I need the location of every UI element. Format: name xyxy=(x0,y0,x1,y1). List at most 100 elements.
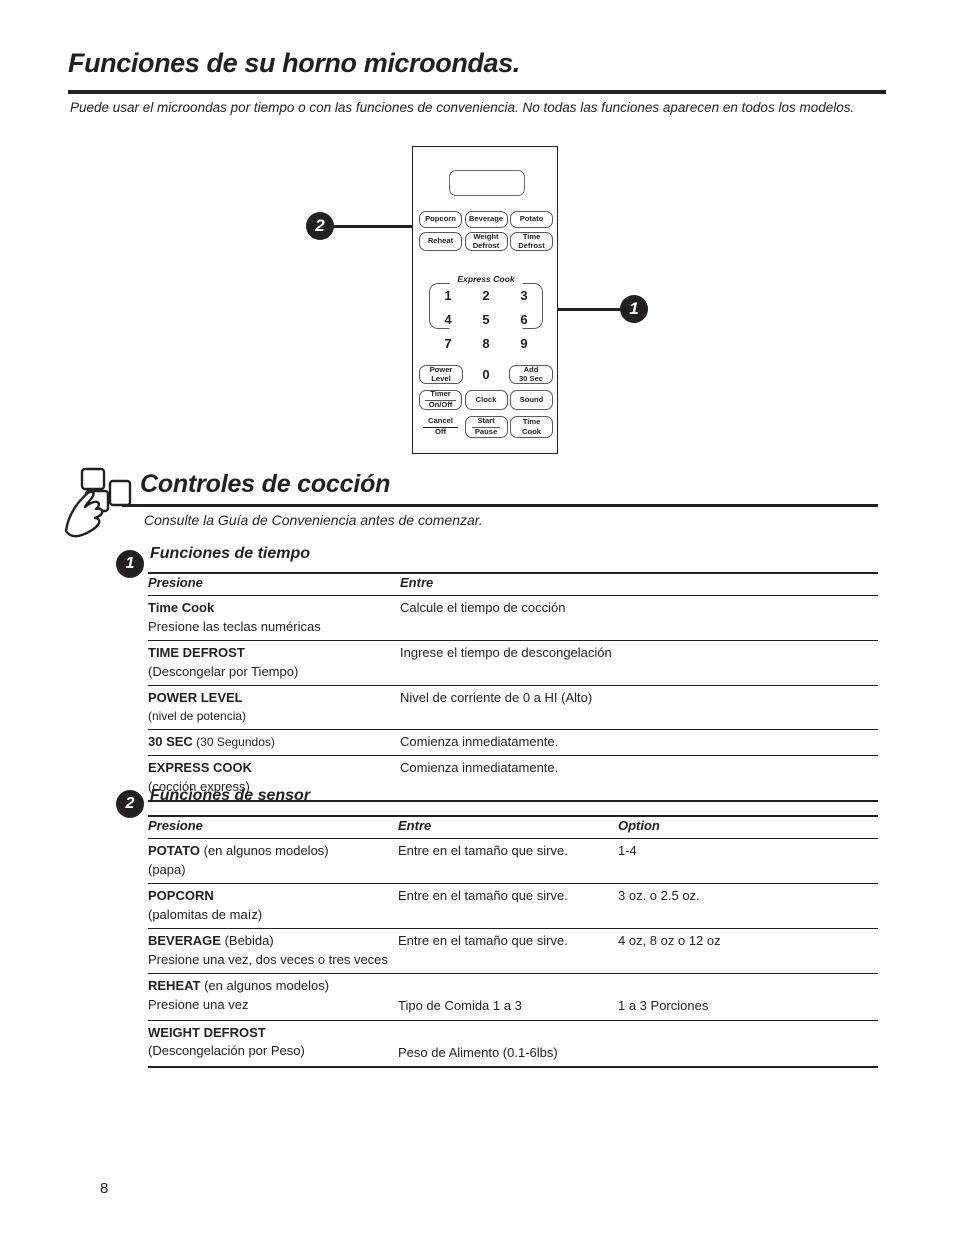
weight-defrost-button[interactable]: Weight Defrost xyxy=(464,232,508,251)
timer-label-bottom: On/Off xyxy=(428,400,453,409)
cell-option: 1-4 xyxy=(618,843,637,859)
press-bold: EXPRESS COOK xyxy=(148,760,253,776)
press-bold: BEVERAGE xyxy=(148,933,221,949)
press-inline: (30 Segundos) xyxy=(192,734,275,749)
cell-enter: Nivel de corriente de 0 a HI (Alto) xyxy=(400,690,593,706)
column-header-entre: Entre xyxy=(400,575,434,590)
cell-option: 3 oz. o 2.5 oz. xyxy=(618,888,700,904)
panel-display xyxy=(449,170,525,196)
hand-pressing-buttons-icon xyxy=(64,463,136,541)
time-functions-table: Presione Entre Time Cook Presione las te… xyxy=(148,572,878,802)
sensor-button-row-1: Popcorn Beverage Potato xyxy=(419,211,553,228)
cell-enter: Ingrese el tiempo de descongelación xyxy=(400,645,612,661)
keypad-row-1: 1 2 3 xyxy=(429,283,543,307)
key-6[interactable]: 6 xyxy=(505,312,543,327)
key-5[interactable]: 5 xyxy=(467,312,505,327)
time-cook-button[interactable]: Time Cook xyxy=(510,416,553,438)
time-cook-label-bottom: Cook xyxy=(522,426,541,436)
numeric-keypad: 1 2 3 4 5 6 7 8 9 xyxy=(429,283,543,355)
press-bold: POPCORN xyxy=(148,888,214,904)
press-inline: (Bebida) xyxy=(220,933,274,949)
section-subheading: Consulte la Guía de Conveniencia antes d… xyxy=(144,512,483,528)
column-header-option: Option xyxy=(618,818,660,833)
cell-press: Time Cook Presione las teclas numéricas xyxy=(148,596,400,641)
column-header-presione: Presione xyxy=(148,575,203,590)
cell-enter: Entre en el tamaño que sirve. xyxy=(398,888,568,904)
press-note: Presione una vez, dos veces o tres veces xyxy=(148,951,388,967)
table-row: POPCORN (palomitas de maíz) Entre en el … xyxy=(148,884,878,929)
press-bold: 30 SEC xyxy=(148,733,193,749)
press-bold: POWER LEVEL xyxy=(148,690,243,706)
table-header-row: Presione Entre xyxy=(148,573,878,596)
potato-button[interactable]: Potato xyxy=(510,211,553,228)
press-bold: Time Cook xyxy=(148,600,215,616)
panel-row-timer: Timer On/Off Clock Sound xyxy=(419,389,553,410)
key-8[interactable]: 8 xyxy=(467,336,505,351)
key-9[interactable]: 9 xyxy=(505,336,543,351)
press-bold: REHEAT xyxy=(148,978,201,994)
key-3[interactable]: 3 xyxy=(505,288,543,303)
table-row: Time Cook Presione las teclas numéricas … xyxy=(148,596,878,641)
keypad-row-2: 4 5 6 xyxy=(429,307,543,331)
table-row: TIME DEFROST (Descongelar por Tiempo) In… xyxy=(148,641,878,686)
sensor-functions-table: Presione Entre Option POTATO (en algunos… xyxy=(148,815,878,1068)
callout-marker-2: 2 xyxy=(306,212,334,240)
key-7[interactable]: 7 xyxy=(429,336,467,351)
table-row: WEIGHT DEFROST (Descongelación por Peso)… xyxy=(148,1020,878,1068)
callout-leader-1 xyxy=(558,308,622,311)
page-number: 8 xyxy=(100,1180,109,1197)
cell-enter: Entre en el tamaño que sirve. xyxy=(398,933,568,949)
sensor-functions-heading: Funciones de sensor xyxy=(150,787,311,804)
clock-button[interactable]: Clock xyxy=(464,390,508,410)
beverage-button[interactable]: Beverage xyxy=(464,211,508,228)
table-header-row: Presione Entre Option xyxy=(148,816,878,839)
start-pause-button[interactable]: Start Pause xyxy=(464,416,508,438)
press-bold: POTATO xyxy=(148,843,200,859)
key-4[interactable]: 4 xyxy=(429,312,467,327)
time-defrost-button[interactable]: Time Defrost xyxy=(510,232,553,251)
sensor-button-row-2: Reheat Weight Defrost Time Defrost xyxy=(419,232,553,251)
key-2[interactable]: 2 xyxy=(467,288,505,303)
cell-enter: Comienza inmediatamente. xyxy=(400,733,559,749)
start-label-bottom: Pause xyxy=(474,427,498,436)
press-inline: (en algunos modelos) xyxy=(200,843,329,859)
cell-press: TIME DEFROST (Descongelar por Tiempo) xyxy=(148,641,400,686)
cell-press: POPCORN (palomitas de maíz) xyxy=(148,884,398,929)
title-divider xyxy=(68,90,886,94)
time-functions-heading: Funciones de tiempo xyxy=(150,545,311,562)
press-note: Presione una vez xyxy=(148,996,249,1012)
callout-leader-2 xyxy=(333,225,412,228)
add-30-sec-button[interactable]: Add 30 Sec xyxy=(509,365,553,384)
cancel-label-bottom: Off xyxy=(435,427,446,436)
popcorn-button[interactable]: Popcorn xyxy=(419,211,462,228)
column-header-entre: Entre xyxy=(398,818,432,833)
table-row: 30 SEC (30 Segundos) Comienza inmediatam… xyxy=(148,729,878,756)
section-heading: Controles de cocción xyxy=(140,470,391,498)
press-note: (Descongelar por Tiempo) xyxy=(148,663,299,679)
press-note: (papa) xyxy=(148,861,186,877)
sound-button[interactable]: Sound xyxy=(510,390,553,410)
cancel-label-top: Cancel xyxy=(423,416,458,428)
key-0[interactable]: 0 xyxy=(466,367,506,382)
timer-label-top: Timer xyxy=(425,389,456,401)
press-note: (Descongelación por Peso) xyxy=(148,1043,305,1059)
press-inline: (en algunos modelos) xyxy=(200,978,330,994)
cell-press: POTATO (en algunos modelos) (papa) xyxy=(148,839,398,884)
table-row: REHEAT (en algunos modelos) Presione una… xyxy=(148,974,878,1021)
table-row: POWER LEVEL (nivel de potencia) Nivel de… xyxy=(148,686,878,730)
start-label-top: Start xyxy=(472,416,500,428)
cell-press: 30 SEC (30 Segundos) xyxy=(148,729,400,755)
panel-row-power: Power Level 0 Add 30 Sec xyxy=(419,365,553,384)
cell-enter: Entre en el tamaño que sirve. xyxy=(398,843,568,859)
cancel-off-button[interactable]: Cancel Off xyxy=(419,416,462,438)
key-1[interactable]: 1 xyxy=(429,288,467,303)
reheat-button[interactable]: Reheat xyxy=(419,232,462,251)
press-note: Presione las teclas numéricas xyxy=(148,618,321,634)
press-bold: TIME DEFROST xyxy=(148,645,245,661)
timer-on-off-button[interactable]: Timer On/Off xyxy=(419,389,462,410)
cell-press: BEVERAGE (Bebida) Presione una vez, dos … xyxy=(148,929,398,974)
page-title: Funciones de su horno microondas. xyxy=(68,48,520,78)
power-level-button[interactable]: Power Level xyxy=(419,365,463,384)
keypad-row-3: 7 8 9 xyxy=(429,331,543,355)
sensor-functions-badge: 2 xyxy=(116,790,144,818)
